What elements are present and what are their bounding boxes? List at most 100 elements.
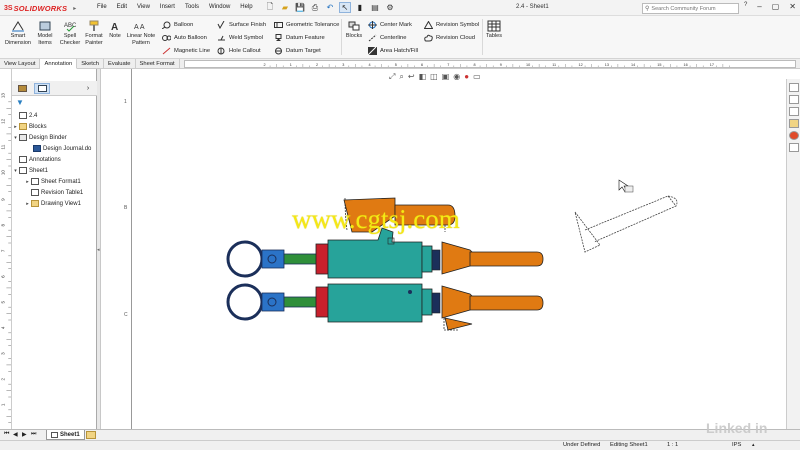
nav-prev-icon[interactable]: ◀ <box>13 431 18 438</box>
ruler-tick-label: 15 <box>657 63 661 67</box>
geometric-tolerance-icon <box>274 21 283 28</box>
balloon-button[interactable]: Balloon <box>162 19 193 30</box>
format-painter-button[interactable]: Format Painter <box>82 20 106 46</box>
help-icon[interactable]: ? <box>744 2 747 11</box>
status-scale[interactable]: 1 : 1 <box>667 442 678 448</box>
tree-root[interactable]: 2.4 <box>12 111 37 120</box>
file-properties-icon[interactable]: ▤ <box>369 2 381 13</box>
apply-scene-icon[interactable]: ▭ <box>473 72 481 82</box>
note-button[interactable]: A Note <box>107 20 123 40</box>
tree-item-sheet1[interactable]: ▾ Sheet1 <box>12 166 48 175</box>
tree-item-annotations[interactable]: Annotations <box>12 155 61 164</box>
tree-item-blocks[interactable]: ▸ Blocks <box>12 122 47 131</box>
magnetic-line-button[interactable]: Magnetic Line <box>162 45 210 56</box>
hole-callout-button[interactable]: Hole Callout <box>217 45 261 56</box>
undo-icon[interactable]: ↶ <box>324 2 336 13</box>
section-view-icon[interactable]: ◧ <box>419 72 427 82</box>
blocks-button[interactable]: Blocks <box>344 20 364 40</box>
expand-tabs-button[interactable]: › <box>80 83 96 94</box>
expand-icon[interactable]: ▸ <box>12 124 19 130</box>
revision-symbol-button[interactable]: Revision Symbol <box>424 19 479 30</box>
datum-target-button[interactable]: Datum Target <box>274 45 321 56</box>
tree-item-label: Drawing View1 <box>41 200 81 207</box>
rebuild-icon[interactable]: ▮ <box>354 2 366 13</box>
tree-item-design-journal[interactable]: Design Journal.do <box>26 144 91 153</box>
nav-last-icon[interactable]: ⏭ <box>31 431 36 438</box>
collapse-icon[interactable]: ▾ <box>12 135 19 141</box>
zoom-to-area-icon[interactable]: ⌕ <box>399 72 403 82</box>
open-icon[interactable]: ▰ <box>279 2 291 13</box>
menu-window[interactable]: Window <box>204 4 235 10</box>
edit-appearance-icon[interactable]: ● <box>464 72 469 82</box>
geometric-tolerance-button[interactable]: Geometric Tolerance <box>274 19 339 30</box>
feature-filter[interactable]: ▼ <box>12 97 97 109</box>
custom-properties-icon[interactable] <box>789 143 799 152</box>
tree-item-revision-table1[interactable]: Revision Table1 <box>24 188 83 197</box>
collapse-panel-icon[interactable]: ◂ <box>97 247 100 253</box>
revision-cloud-button[interactable]: Revision Cloud <box>424 32 475 43</box>
menu-file[interactable]: File <box>92 4 112 10</box>
property-manager-tab[interactable] <box>34 83 50 94</box>
tab-view-layout[interactable]: View Layout <box>0 59 41 69</box>
appearances-icon[interactable] <box>789 131 799 140</box>
drawing-canvas[interactable]: ⤢ ⌕ ↩ ◧ ◫ ▣ ◉ ● ▭ 1 B C <box>101 69 786 429</box>
center-mark-button[interactable]: Center Mark <box>368 19 412 30</box>
menu-edit[interactable]: Edit <box>112 4 132 10</box>
design-library-icon[interactable] <box>789 107 799 116</box>
display-style-icon[interactable]: ▣ <box>442 72 450 82</box>
view-orientation-icon[interactable]: ◫ <box>430 72 438 82</box>
hide-show-items-icon[interactable]: ◉ <box>453 72 460 82</box>
tab-evaluate[interactable]: Evaluate <box>104 59 136 69</box>
surface-finish-button[interactable]: Surface Finish <box>217 19 266 30</box>
tab-sheet-format[interactable]: Sheet Format <box>136 59 180 69</box>
options-gear-icon[interactable]: ⚙ <box>384 2 396 13</box>
spell-checker-button[interactable]: ABC Spell Checker <box>58 20 82 46</box>
tree-item-drawing-view1[interactable]: ▸ Drawing View1 <box>24 199 81 208</box>
nav-next-icon[interactable]: ▶ <box>22 431 27 438</box>
save-icon[interactable]: 💾 <box>294 2 306 13</box>
resources-icon[interactable] <box>789 95 799 104</box>
centerline-button[interactable]: Centerline <box>368 32 406 43</box>
auto-balloon-button[interactable]: Auto Balloon <box>162 32 207 43</box>
datum-feature-button[interactable]: Datum Feature <box>274 32 325 43</box>
previous-view-icon[interactable]: ↩ <box>408 72 415 82</box>
format-painter-label: Format Painter <box>85 33 103 46</box>
search-input[interactable] <box>651 5 737 12</box>
sheet-tab-sheet1[interactable]: Sheet1 <box>46 430 85 440</box>
select-icon[interactable]: ↖ <box>339 2 351 13</box>
menu-view[interactable]: View <box>132 4 155 10</box>
tree-item-design-binder[interactable]: ▾ Design Binder <box>12 133 67 142</box>
minimize-icon[interactable]: – <box>757 2 761 11</box>
model-items-button[interactable]: Model Items <box>34 20 56 46</box>
tab-annotation[interactable]: Annotation <box>40 59 78 69</box>
maximize-icon[interactable]: ▢ <box>772 2 780 11</box>
close-icon[interactable]: ✕ <box>789 2 796 11</box>
menu-insert[interactable]: Insert <box>155 4 180 10</box>
nav-first-icon[interactable]: ⏮ <box>4 431 9 438</box>
menu-help[interactable]: Help <box>235 4 257 10</box>
expand-icon[interactable]: ▸ <box>24 201 31 207</box>
units-menu-icon[interactable]: ▴ <box>752 442 755 448</box>
new-document-icon[interactable]: 🗋 <box>264 2 276 13</box>
expand-icon[interactable]: ▸ <box>24 179 31 185</box>
print-icon[interactable]: ⎙ <box>309 2 321 13</box>
add-sheet-button[interactable] <box>86 431 96 439</box>
chevron-right-icon[interactable]: ▸ <box>73 5 76 12</box>
revision-symbol-label: Revision Symbol <box>436 21 480 28</box>
heads-up-view-toolbar: ⤢ ⌕ ↩ ◧ ◫ ▣ ◉ ● ▭ <box>389 72 481 82</box>
feature-tree-tab[interactable] <box>14 83 30 94</box>
linear-note-pattern-button[interactable]: A A Linear Note Pattern <box>124 20 158 46</box>
solidworks-logo[interactable]: 3S SOLIDWORKS ▸ <box>4 3 76 13</box>
area-hatch-button[interactable]: Area Hatch/Fill <box>368 45 418 56</box>
menu-tools[interactable]: Tools <box>180 4 204 10</box>
tab-sketch[interactable]: Sketch <box>77 59 104 69</box>
collapse-icon[interactable]: ▾ <box>12 168 19 174</box>
tree-item-sheet-format1[interactable]: ▸ Sheet Format1 <box>24 177 81 186</box>
smart-dimension-button[interactable]: Smart Dimension <box>3 20 33 46</box>
zoom-to-fit-icon[interactable]: ⤢ <box>389 72 395 82</box>
status-units[interactable]: IPS <box>732 442 741 448</box>
file-explorer-icon[interactable] <box>789 119 799 128</box>
home-icon[interactable] <box>789 83 799 92</box>
tables-button[interactable]: Tables <box>484 20 504 40</box>
weld-symbol-button[interactable]: Weld Symbol <box>217 32 263 43</box>
